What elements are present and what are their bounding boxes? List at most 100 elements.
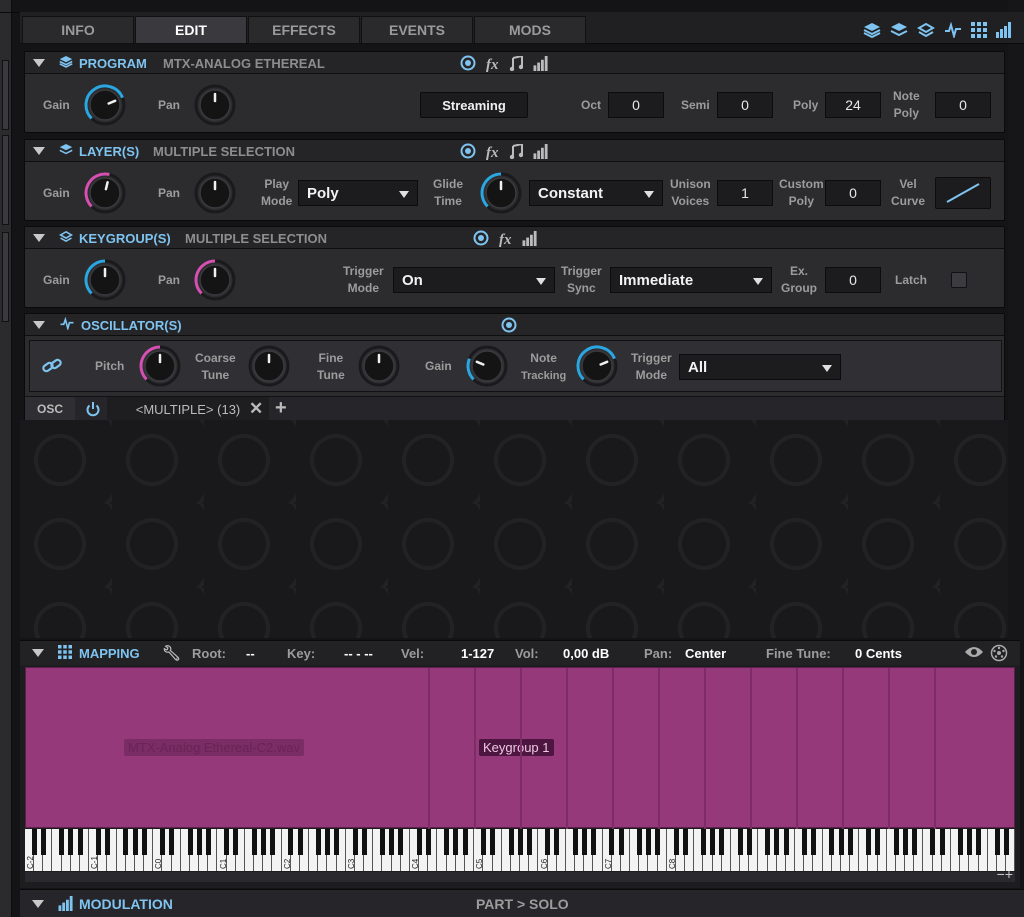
collapse-triangle-icon[interactable] (32, 649, 44, 657)
settings-dial-icon[interactable] (990, 644, 1008, 665)
program-gain-knob[interactable] (83, 83, 127, 127)
black-key[interactable] (490, 829, 496, 855)
tab-info[interactable]: INFO (22, 16, 134, 44)
collapse-triangle-icon[interactable] (33, 59, 45, 67)
black-key[interactable] (444, 829, 450, 855)
latch-checkbox[interactable] (951, 272, 967, 288)
target-icon[interactable] (460, 55, 476, 76)
black-key[interactable] (380, 829, 386, 855)
keygroup-label[interactable]: Keygroup 1 (479, 739, 554, 756)
black-key[interactable] (609, 829, 615, 855)
black-key[interactable] (710, 829, 716, 855)
tab-mods[interactable]: MODS (474, 16, 586, 44)
custom-poly-field[interactable]: 0 (825, 180, 881, 206)
coarse-tune-knob[interactable] (247, 344, 291, 388)
part-solo-label[interactable]: PART > SOLO (476, 896, 569, 912)
tab-effects[interactable]: EFFECTS (248, 16, 360, 44)
vel-curve-button[interactable] (935, 177, 991, 209)
sample-label[interactable]: MTX-Analog Ethereal-C2.wav (124, 739, 304, 756)
black-key[interactable] (893, 829, 899, 855)
black-key[interactable] (618, 829, 624, 855)
black-key[interactable] (260, 829, 266, 855)
black-key[interactable] (673, 829, 679, 855)
eye-icon[interactable] (964, 645, 984, 662)
black-key[interactable] (719, 829, 725, 855)
program-layers-icon[interactable] (863, 22, 881, 38)
black-key[interactable] (517, 829, 523, 855)
black-key[interactable] (939, 829, 945, 855)
modulation-title[interactable]: MODULATION (79, 896, 173, 912)
black-key[interactable] (581, 829, 587, 855)
layer-stack-icon[interactable] (890, 22, 908, 38)
black-key[interactable] (591, 829, 597, 855)
black-key[interactable] (233, 829, 239, 855)
black-key[interactable] (701, 829, 707, 855)
black-key[interactable] (481, 829, 486, 855)
osc-tab[interactable]: OSC (25, 397, 75, 421)
black-key[interactable] (957, 829, 963, 855)
keygroup-stack-icon[interactable] (917, 22, 935, 38)
black-key[interactable] (838, 829, 844, 855)
fx-icon[interactable]: fx (486, 57, 499, 74)
oscillator-wave-icon[interactable] (944, 22, 962, 38)
key-value[interactable]: -- - -- (344, 646, 373, 661)
black-key[interactable] (59, 829, 65, 855)
black-key[interactable] (866, 829, 872, 855)
oct-field[interactable]: 0 (608, 92, 664, 118)
add-icon[interactable]: + (275, 397, 287, 420)
black-key[interactable] (462, 829, 468, 855)
black-key[interactable] (847, 829, 853, 855)
music-note-icon[interactable] (509, 54, 523, 76)
ex-group-field[interactable]: 0 (825, 267, 881, 293)
black-key[interactable] (169, 829, 175, 855)
black-key[interactable] (682, 829, 688, 855)
black-key[interactable] (132, 829, 138, 855)
black-key[interactable] (325, 829, 331, 855)
black-key[interactable] (31, 829, 37, 855)
black-key[interactable] (334, 829, 340, 855)
collapse-triangle-icon[interactable] (33, 147, 45, 155)
black-key[interactable] (389, 829, 395, 855)
black-key[interactable] (361, 829, 367, 855)
black-key[interactable] (829, 829, 835, 855)
black-key[interactable] (554, 829, 560, 855)
target-icon[interactable] (501, 317, 517, 338)
black-key[interactable] (646, 829, 652, 855)
black-key[interactable] (416, 829, 422, 855)
black-key[interactable] (783, 829, 789, 855)
black-key[interactable] (187, 829, 193, 855)
black-key[interactable] (398, 829, 404, 855)
black-key[interactable] (123, 829, 129, 855)
black-key[interactable] (224, 829, 230, 855)
glide-time-knob[interactable] (479, 171, 523, 215)
black-key[interactable] (270, 829, 276, 855)
grid-icon[interactable] (971, 22, 987, 38)
black-key[interactable] (251, 829, 257, 855)
black-key[interactable] (105, 829, 111, 855)
layer-pan-knob[interactable] (193, 171, 237, 215)
fx-icon[interactable]: fx (486, 145, 499, 162)
levels-icon[interactable] (533, 143, 549, 164)
tab-events[interactable]: EVENTS (361, 16, 473, 44)
black-key[interactable] (811, 829, 817, 855)
black-key[interactable] (875, 829, 881, 855)
osc-selection[interactable]: <MULTIPLE> (13) (107, 397, 269, 421)
black-key[interactable] (297, 829, 303, 855)
black-key[interactable] (160, 829, 166, 855)
zoom-icon[interactable]: −+ (997, 866, 1013, 882)
target-icon[interactable] (460, 143, 476, 164)
program-pan-knob[interactable] (193, 83, 237, 127)
black-key[interactable] (902, 829, 908, 855)
keygroup-pan-knob[interactable] (193, 258, 237, 302)
black-key[interactable] (68, 829, 74, 855)
black-key[interactable] (95, 829, 101, 855)
root-value[interactable]: -- (246, 646, 255, 661)
black-key[interactable] (930, 829, 936, 855)
vol-value[interactable]: 0,00 dB (563, 646, 609, 661)
black-key[interactable] (196, 829, 202, 855)
power-icon[interactable] (85, 401, 101, 422)
music-note-icon[interactable] (509, 142, 523, 164)
black-key[interactable] (572, 829, 578, 855)
black-key[interactable] (508, 829, 514, 855)
unison-voices-field[interactable]: 1 (717, 180, 773, 206)
